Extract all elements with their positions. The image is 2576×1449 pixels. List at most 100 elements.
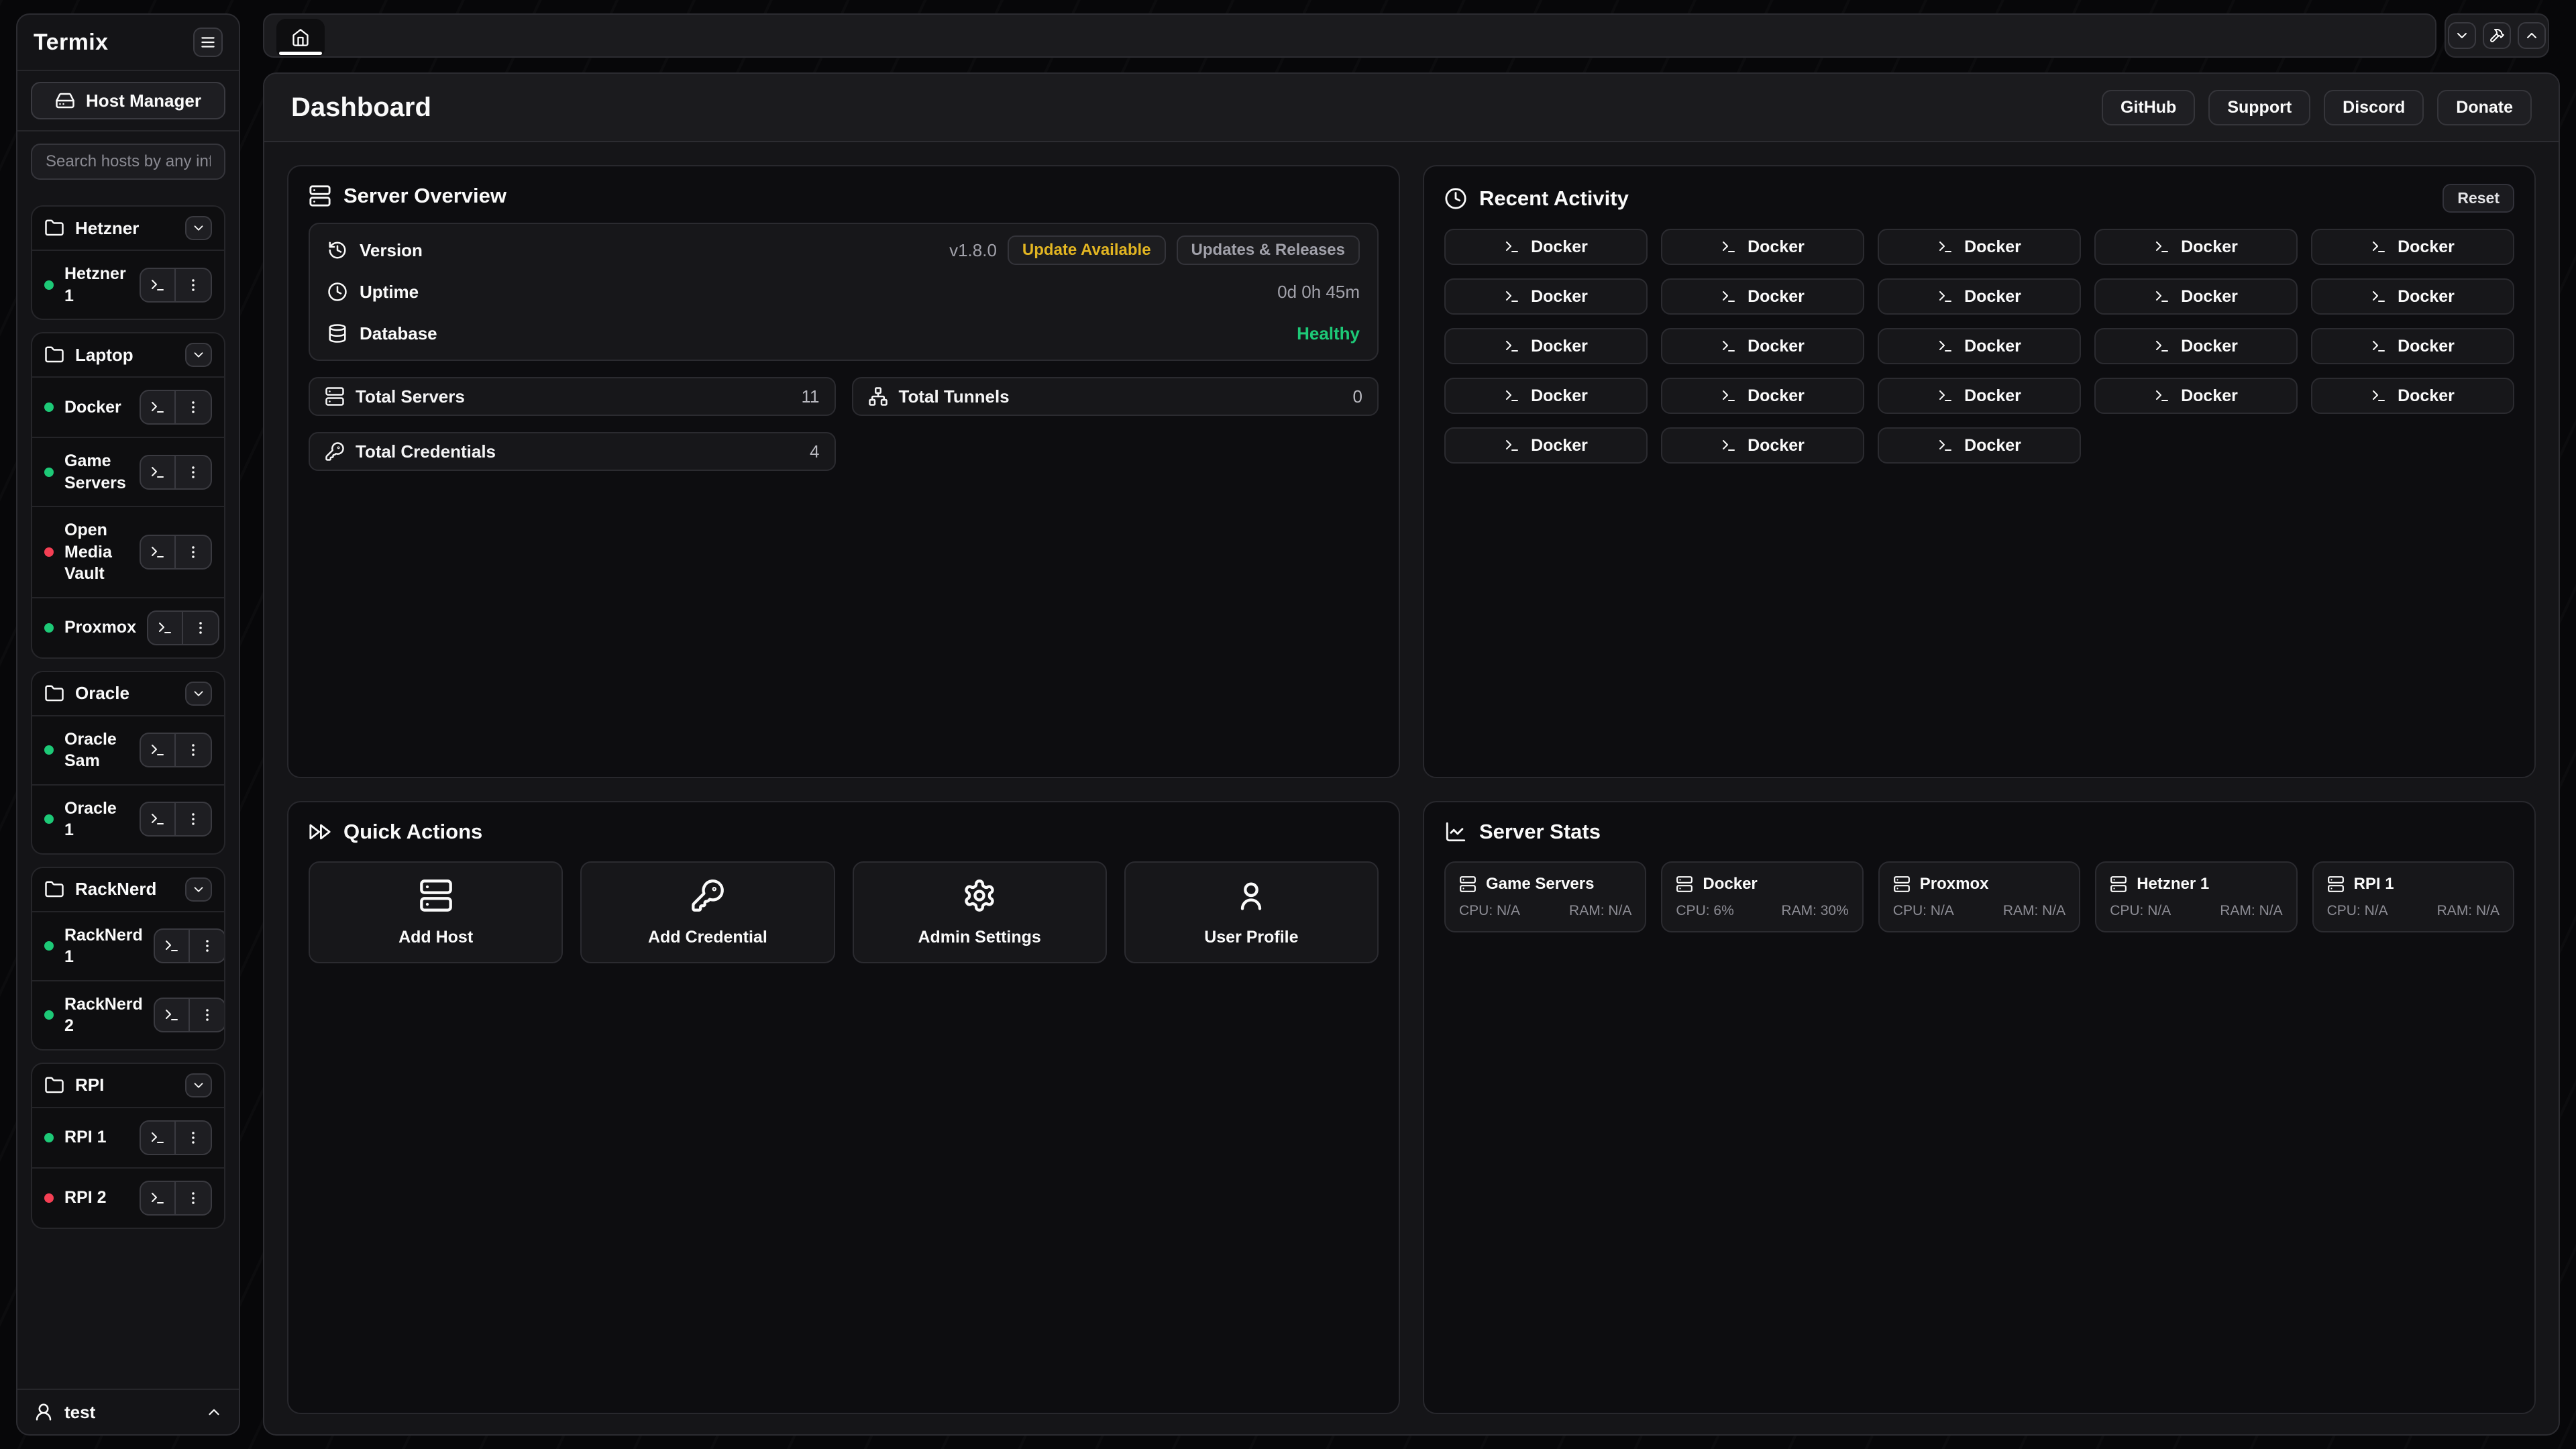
host-row[interactable]: Open Media Vault bbox=[32, 506, 224, 597]
activity-item-button[interactable]: Docker bbox=[2311, 278, 2514, 315]
host-terminal-button[interactable] bbox=[141, 269, 176, 301]
host-row[interactable]: RackNerd 1 bbox=[32, 911, 224, 980]
add-credential-button[interactable]: Add Credential bbox=[580, 861, 835, 963]
host-menu-button[interactable] bbox=[176, 269, 211, 301]
host-row[interactable]: RPI 1 bbox=[32, 1107, 224, 1167]
host-menu-button[interactable] bbox=[176, 536, 211, 568]
host-terminal-button[interactable] bbox=[155, 999, 190, 1031]
host-name: RackNerd 2 bbox=[64, 994, 143, 1037]
host-row[interactable]: RPI 2 bbox=[32, 1167, 224, 1228]
host-menu-button[interactable] bbox=[183, 612, 218, 644]
hammer-icon bbox=[2489, 28, 2505, 44]
activity-item-button[interactable]: Docker bbox=[1878, 378, 2081, 414]
group-header[interactable]: Oracle bbox=[32, 672, 224, 715]
host-terminal-button[interactable] bbox=[141, 536, 176, 568]
host-terminal-button[interactable] bbox=[141, 456, 176, 488]
activity-item-button[interactable]: Docker bbox=[1661, 427, 1864, 464]
host-terminal-button[interactable] bbox=[141, 803, 176, 835]
group-host-list: Hetzner 1 bbox=[32, 250, 224, 319]
activity-item-button[interactable]: Docker bbox=[2311, 229, 2514, 265]
group-name: Hetzner bbox=[75, 218, 174, 239]
host-menu-button[interactable] bbox=[176, 1182, 211, 1214]
activity-item-button[interactable]: Docker bbox=[1661, 278, 1864, 315]
activity-item-button[interactable]: Docker bbox=[1444, 278, 1648, 315]
sidebar-search-section bbox=[17, 131, 239, 192]
host-actions bbox=[140, 1181, 212, 1216]
host-row[interactable]: Game Servers bbox=[32, 437, 224, 506]
activity-item-button[interactable]: Docker bbox=[1878, 278, 2081, 315]
group-header[interactable]: Laptop bbox=[32, 333, 224, 376]
support-button[interactable]: Support bbox=[2208, 90, 2310, 125]
host-group: RPI RPI 1 bbox=[31, 1063, 225, 1229]
activity-item-button[interactable]: Docker bbox=[1661, 229, 1864, 265]
activity-item-button[interactable]: Docker bbox=[2094, 278, 2298, 315]
group-collapse-button[interactable] bbox=[185, 877, 212, 902]
group-collapse-button[interactable] bbox=[185, 216, 212, 240]
group-header[interactable]: Hetzner bbox=[32, 207, 224, 250]
activity-item-button[interactable]: Docker bbox=[1878, 229, 2081, 265]
tabbar-collapse-button[interactable] bbox=[2448, 22, 2476, 49]
activity-item-button[interactable]: Docker bbox=[2094, 328, 2298, 364]
server-icon bbox=[2110, 875, 2127, 893]
update-available-badge[interactable]: Update Available bbox=[1008, 235, 1166, 265]
host-terminal-button[interactable] bbox=[141, 391, 176, 423]
host-terminal-button[interactable] bbox=[148, 612, 183, 644]
user-profile-button[interactable]: User Profile bbox=[1124, 861, 1379, 963]
group-header[interactable]: RackNerd bbox=[32, 868, 224, 911]
activity-item-button[interactable]: Docker bbox=[2311, 328, 2514, 364]
admin-settings-button[interactable]: Admin Settings bbox=[853, 861, 1107, 963]
tab-home[interactable] bbox=[276, 19, 325, 56]
host-menu-button[interactable] bbox=[176, 803, 211, 835]
host-terminal-button[interactable] bbox=[141, 734, 176, 766]
host-menu-button[interactable] bbox=[176, 456, 211, 488]
chevron-down-icon bbox=[2454, 28, 2470, 44]
activity-item-button[interactable]: Docker bbox=[1878, 328, 2081, 364]
host-row[interactable]: Hetzner 1 bbox=[32, 250, 224, 319]
host-terminal-button[interactable] bbox=[141, 1122, 176, 1154]
activity-item-button[interactable]: Docker bbox=[1878, 427, 2081, 464]
group-collapse-button[interactable] bbox=[185, 1073, 212, 1097]
host-menu-button[interactable] bbox=[176, 391, 211, 423]
reset-button[interactable]: Reset bbox=[2443, 184, 2514, 213]
sidebar-collapse-button[interactable] bbox=[193, 28, 223, 57]
activity-item-button[interactable]: Docker bbox=[1661, 378, 1864, 414]
group-collapse-button[interactable] bbox=[185, 343, 212, 367]
tabbar-expand-button[interactable] bbox=[2518, 22, 2546, 49]
group-header[interactable]: RPI bbox=[32, 1064, 224, 1107]
activity-item-button[interactable]: Docker bbox=[1444, 328, 1648, 364]
host-row[interactable]: Oracle Sam bbox=[32, 715, 224, 784]
host-row[interactable]: RackNerd 2 bbox=[32, 980, 224, 1049]
host-group: Hetzner Hetzner 1 bbox=[31, 205, 225, 320]
host-menu-button[interactable] bbox=[190, 999, 225, 1031]
discord-button[interactable]: Discord bbox=[2324, 90, 2424, 125]
activity-item-button[interactable]: Docker bbox=[2311, 378, 2514, 414]
github-button[interactable]: GitHub bbox=[2102, 90, 2195, 125]
updates-releases-button[interactable]: Updates & Releases bbox=[1177, 235, 1360, 265]
activity-item-button[interactable]: Docker bbox=[1661, 328, 1864, 364]
activity-item-button[interactable]: Docker bbox=[2094, 378, 2298, 414]
hard-drive-icon bbox=[55, 91, 75, 111]
host-terminal-button[interactable] bbox=[141, 1182, 176, 1214]
host-menu-button[interactable] bbox=[176, 734, 211, 766]
search-input[interactable] bbox=[31, 144, 225, 180]
folder-icon bbox=[44, 218, 64, 238]
host-name: Oracle Sam bbox=[64, 729, 129, 772]
host-menu-button[interactable] bbox=[176, 1122, 211, 1154]
activity-item-button[interactable]: Docker bbox=[1444, 427, 1648, 464]
host-row[interactable]: Proxmox bbox=[32, 597, 224, 657]
host-menu-button[interactable] bbox=[190, 930, 225, 962]
host-terminal-button[interactable] bbox=[155, 930, 190, 962]
tools-button[interactable] bbox=[2483, 22, 2511, 49]
host-manager-button[interactable]: Host Manager bbox=[31, 82, 225, 119]
donate-button[interactable]: Donate bbox=[2437, 90, 2532, 125]
host-row[interactable]: Docker bbox=[32, 376, 224, 437]
folder-icon bbox=[44, 345, 64, 365]
add-host-button[interactable]: Add Host bbox=[309, 861, 563, 963]
terminal-icon bbox=[1721, 338, 1737, 354]
group-collapse-button[interactable] bbox=[185, 682, 212, 706]
host-row[interactable]: Oracle 1 bbox=[32, 784, 224, 853]
user-footer[interactable]: test bbox=[17, 1389, 239, 1434]
activity-item-button[interactable]: Docker bbox=[2094, 229, 2298, 265]
activity-item-button[interactable]: Docker bbox=[1444, 378, 1648, 414]
activity-item-button[interactable]: Docker bbox=[1444, 229, 1648, 265]
